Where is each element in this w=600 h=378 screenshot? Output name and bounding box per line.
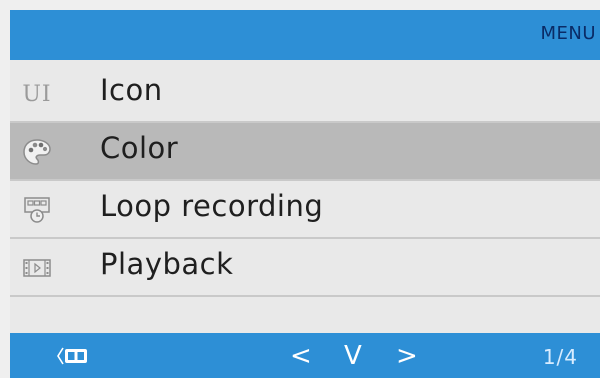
menu-title: MENU [540, 23, 596, 44]
palette-icon [20, 135, 54, 169]
menu-item-label: Playback [100, 247, 234, 281]
dashcam-screen: MENU UI Icon Color Loop recording Playba… [0, 0, 600, 378]
ui-icon: UI [20, 77, 54, 111]
bottom-bar: < V > 1/4 [10, 333, 600, 378]
playback-film-icon [20, 251, 54, 285]
menu-list: UI Icon Color Loop recording Playback [10, 65, 600, 297]
menu-item-label: Icon [100, 73, 163, 107]
top-bar: MENU [10, 10, 600, 60]
ui-icon-text: UI [22, 81, 52, 107]
menu-item-label: Color [100, 131, 179, 165]
nav-down-button[interactable]: V [344, 341, 362, 371]
nav-left-button[interactable]: < [290, 341, 312, 371]
menu-item-loop-recording[interactable]: Loop recording [10, 181, 600, 239]
menu-item-color[interactable]: Color [10, 123, 600, 181]
page-indicator: 1/4 [542, 345, 578, 369]
nav-right-button[interactable]: > [396, 341, 418, 371]
back-button[interactable] [55, 343, 101, 369]
menu-item-icon[interactable]: UI Icon [10, 65, 600, 123]
menu-item-label: Loop recording [100, 189, 324, 223]
loop-recording-icon [20, 193, 54, 227]
menu-item-playback[interactable]: Playback [10, 239, 600, 297]
back-mode-icon [57, 347, 87, 365]
menu-screen: MENU UI Icon Color Loop recording Playba… [10, 10, 600, 378]
